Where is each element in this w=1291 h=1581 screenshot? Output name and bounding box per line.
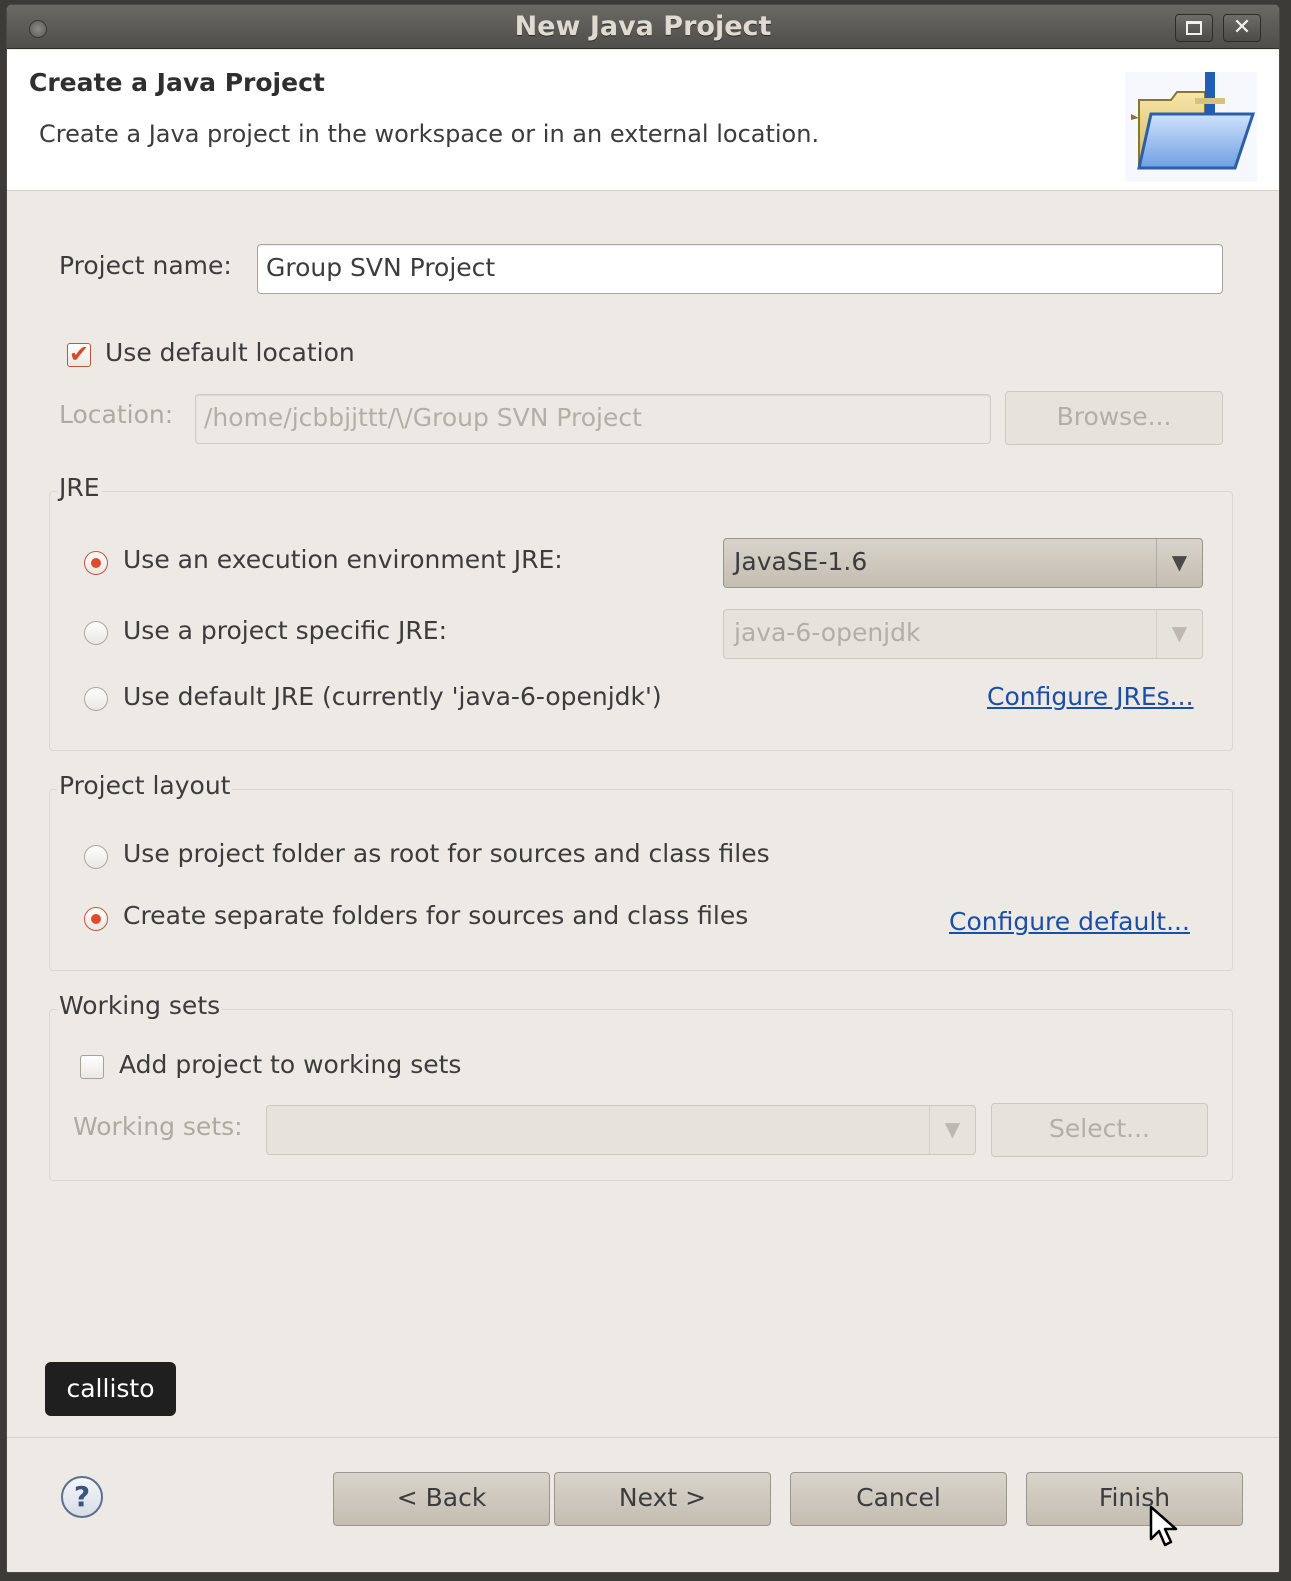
- layout-separate-label: Create separate folders for sources and …: [123, 901, 749, 930]
- project-specific-jre-value: java-6-openjdk: [734, 618, 921, 647]
- location-label: Location:: [59, 400, 174, 429]
- window-title: New Java Project: [514, 11, 772, 42]
- layout-root-label: Use project folder as root for sources a…: [123, 839, 770, 868]
- help-icon[interactable]: ?: [61, 1476, 103, 1518]
- checkmark-icon: ✔: [68, 340, 90, 368]
- jre-default-radio[interactable]: [84, 687, 108, 711]
- configure-jres-link[interactable]: Configure JREs...: [987, 682, 1194, 711]
- titlebar[interactable]: New Java Project ✕: [7, 5, 1279, 49]
- page-title: Create a Java Project: [29, 68, 325, 97]
- close-button[interactable]: ✕: [1223, 14, 1261, 42]
- java-project-folder-icon: [1125, 72, 1257, 182]
- location-input[interactable]: /home/jcbbjjttt/\/Group SVN Project: [195, 394, 991, 444]
- jre-project-specific-label: Use a project specific JRE:: [123, 616, 447, 645]
- layout-root-radio[interactable]: [84, 845, 108, 869]
- maximize-button[interactable]: [1175, 14, 1213, 42]
- dropdown-arrow-icon: ▼: [929, 1106, 975, 1154]
- maximize-icon: [1186, 21, 1202, 35]
- cancel-button[interactable]: Cancel: [790, 1472, 1007, 1526]
- jre-project-specific-radio[interactable]: [84, 621, 108, 645]
- jre-execution-environment-label: Use an execution environment JRE:: [123, 545, 563, 574]
- execution-environment-value: JavaSE-1.6: [734, 547, 868, 576]
- add-to-working-sets-label: Add project to working sets: [119, 1050, 462, 1079]
- use-default-location-checkbox[interactable]: ✔: [67, 340, 91, 368]
- back-button[interactable]: < Back: [333, 1472, 550, 1526]
- execution-environment-select[interactable]: JavaSE-1.6 ▼: [723, 538, 1203, 588]
- layout-separate-radio[interactable]: [84, 907, 108, 931]
- mouse-pointer-icon: [1149, 1505, 1178, 1547]
- dropdown-arrow-icon: ▼: [1156, 539, 1202, 587]
- close-icon: ✕: [1232, 15, 1252, 40]
- hostname-badge: callisto: [45, 1362, 176, 1416]
- footer-divider: [7, 1437, 1279, 1438]
- use-default-location-label: Use default location: [105, 338, 355, 367]
- project-layout-group-title: Project layout: [57, 771, 233, 800]
- dropdown-arrow-icon: ▼: [1156, 610, 1202, 658]
- page-description: Create a Java project in the workspace o…: [39, 120, 820, 148]
- project-layout-group: [49, 789, 1233, 971]
- select-working-sets-button[interactable]: Select...: [991, 1103, 1208, 1157]
- new-java-project-dialog: New Java Project ✕ Create a Java Project…: [6, 4, 1280, 1573]
- wizard-header: Create a Java Project Create a Java proj…: [7, 50, 1279, 191]
- jre-execution-environment-radio[interactable]: [84, 551, 108, 575]
- project-name-input[interactable]: Group SVN Project: [257, 244, 1223, 294]
- working-sets-select[interactable]: ▼: [266, 1105, 976, 1155]
- configure-default-link[interactable]: Configure default...: [949, 907, 1190, 936]
- working-sets-group-title: Working sets: [57, 991, 223, 1020]
- project-specific-jre-select[interactable]: java-6-openjdk ▼: [723, 609, 1203, 659]
- working-sets-label: Working sets:: [73, 1112, 243, 1141]
- project-name-label: Project name:: [59, 251, 232, 280]
- jre-default-label: Use default JRE (currently 'java-6-openj…: [123, 682, 662, 711]
- browse-button[interactable]: Browse...: [1005, 391, 1223, 445]
- jre-group-title: JRE: [57, 473, 102, 502]
- add-to-working-sets-checkbox[interactable]: [80, 1055, 104, 1079]
- finish-button[interactable]: Finish: [1026, 1472, 1243, 1526]
- next-button[interactable]: Next >: [554, 1472, 771, 1526]
